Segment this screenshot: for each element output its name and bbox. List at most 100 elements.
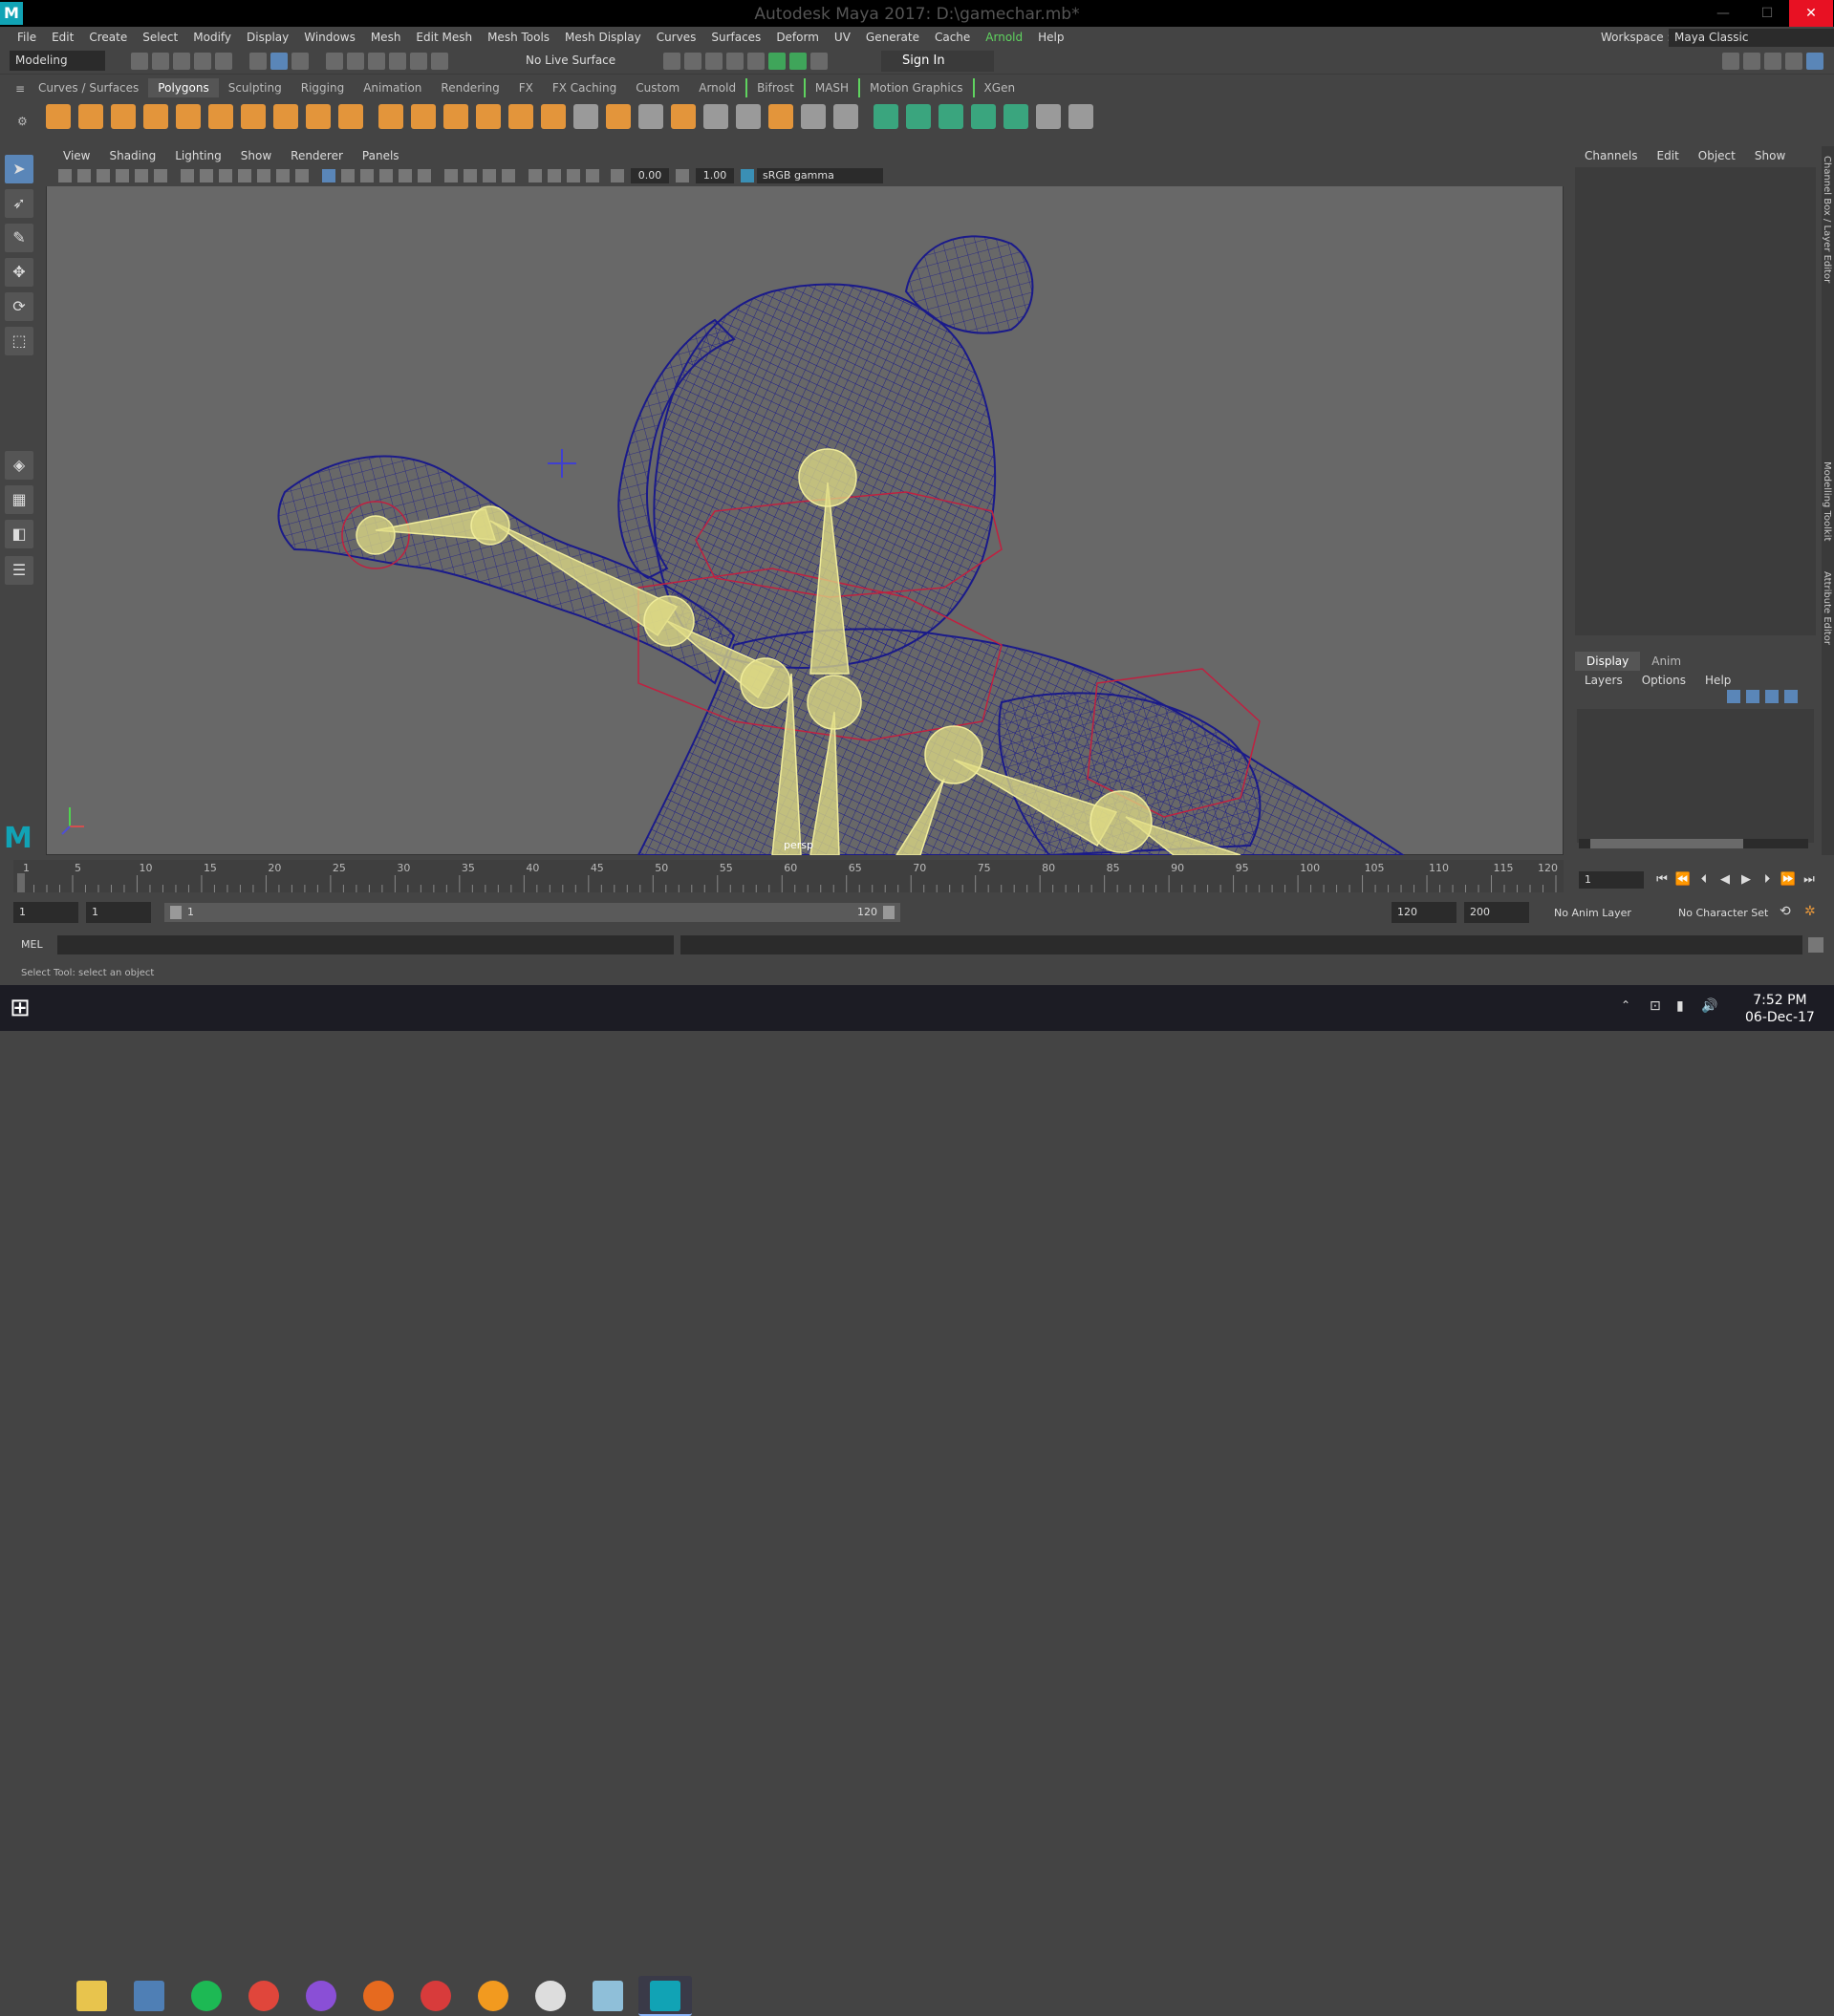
multi-cut-icon[interactable] <box>638 104 663 129</box>
channel-menu-channels[interactable]: Channels <box>1575 146 1648 165</box>
menu-file[interactable]: File <box>10 27 44 48</box>
poly-text-icon[interactable] <box>306 104 331 129</box>
use-all-lights-icon[interactable] <box>399 169 412 182</box>
attribute-editor-toggle-icon[interactable] <box>1743 53 1760 70</box>
layer-menu-help[interactable]: Help <box>1695 671 1740 690</box>
go-to-end-icon[interactable]: ⏭ <box>1801 871 1818 889</box>
range-start-handle[interactable] <box>170 906 182 919</box>
new-layer-selected-icon[interactable] <box>1784 690 1798 703</box>
layer-editor-toggle-icon[interactable] <box>1785 53 1802 70</box>
ipr-render-icon[interactable] <box>705 53 723 70</box>
menu-arnold[interactable]: Arnold <box>978 27 1030 48</box>
layer-scrollbar[interactable] <box>1579 839 1808 848</box>
taskbar-app-chrome[interactable] <box>237 1976 291 2016</box>
shelf-settings-icon[interactable]: ⚙ <box>17 115 28 128</box>
safe-action-icon[interactable] <box>276 169 290 182</box>
color-management-icon[interactable] <box>741 169 754 182</box>
render-settings-icon[interactable] <box>726 53 744 70</box>
panel-menu-renderer[interactable]: Renderer <box>281 146 353 165</box>
exposure-icon[interactable] <box>611 169 624 182</box>
gate-mask-icon[interactable] <box>238 169 251 182</box>
step-forward-key-icon[interactable]: ⏵ <box>1758 871 1776 889</box>
shelf-tab-sculpting[interactable]: Sculpting <box>219 78 291 97</box>
panel-menu-panels[interactable]: Panels <box>353 146 409 165</box>
grease-pencil-icon[interactable] <box>154 169 167 182</box>
side-view-icon[interactable]: ◧ <box>5 520 33 548</box>
menu-help[interactable]: Help <box>1030 27 1071 48</box>
slide-edge-icon[interactable] <box>801 104 826 129</box>
taskbar-app-calculator[interactable] <box>122 1976 176 2016</box>
taskbar-app-unreal[interactable] <box>524 1976 577 2016</box>
render-view-icon[interactable] <box>684 53 701 70</box>
layer-tab-anim[interactable]: Anim <box>1640 652 1693 671</box>
smooth-shade-icon[interactable] <box>341 169 355 182</box>
step-back-key-icon[interactable]: ⏴ <box>1695 871 1713 889</box>
motion-blur-icon[interactable] <box>464 169 477 182</box>
layer-menu-options[interactable]: Options <box>1632 671 1695 690</box>
menu-create[interactable]: Create <box>81 27 135 48</box>
select-object-icon[interactable] <box>270 53 288 70</box>
layer-list[interactable] <box>1577 709 1814 843</box>
close-button[interactable]: ✕ <box>1789 0 1833 27</box>
channel-menu-show[interactable]: Show <box>1745 146 1795 165</box>
layer-tab-display[interactable]: Display <box>1575 652 1641 671</box>
toggle-panel-icon[interactable] <box>810 53 828 70</box>
panel-menu-show[interactable]: Show <box>231 146 281 165</box>
network-icon[interactable]: ⊡ <box>1650 998 1661 1014</box>
grid-icon[interactable] <box>181 169 194 182</box>
safe-title-icon[interactable] <box>295 169 309 182</box>
anti-aliasing-icon[interactable] <box>483 169 496 182</box>
play-forwards-icon[interactable]: ▶ <box>1737 871 1755 889</box>
playback-end-field[interactable]: 120 <box>1392 902 1456 923</box>
taskbar-app-nexus[interactable] <box>294 1976 348 2016</box>
merge-icon[interactable] <box>768 104 793 129</box>
quad-draw-icon[interactable] <box>833 104 858 129</box>
shelf-tab-rigging[interactable]: Rigging <box>291 78 354 97</box>
uv-editor-icon[interactable] <box>1003 104 1028 129</box>
step-forward-frame-icon[interactable]: ⏩ <box>1780 871 1797 889</box>
playback-start-field[interactable]: 1 <box>86 902 151 923</box>
select-component-icon[interactable] <box>291 53 309 70</box>
menu-mesh-display[interactable]: Mesh Display <box>557 27 649 48</box>
gamma-icon[interactable] <box>676 169 689 182</box>
script-editor-icon[interactable] <box>1808 937 1823 953</box>
snap-view-icon[interactable] <box>389 53 406 70</box>
shelf-menu-icon[interactable]: ≡ <box>15 82 25 96</box>
sign-in-button[interactable]: Sign In <box>881 51 994 72</box>
auto-key-icon[interactable]: ⟲ <box>1780 904 1791 919</box>
camera-icon[interactable] <box>58 169 72 182</box>
volume-icon[interactable]: 🔊 <box>1701 998 1717 1014</box>
screen-space-ao-icon[interactable] <box>444 169 458 182</box>
layer-scroll-thumb[interactable] <box>1590 839 1743 848</box>
isolate-select-icon[interactable] <box>529 169 542 182</box>
move-tool-icon[interactable]: ✥ <box>5 258 33 287</box>
fill-hole-icon[interactable] <box>671 104 696 129</box>
menu-set-select[interactable]: Modeling <box>10 51 105 71</box>
taskbar-app-spotify[interactable] <box>180 1976 233 2016</box>
film-gate-icon[interactable] <box>200 169 213 182</box>
tool-settings-toggle-icon[interactable] <box>1764 53 1781 70</box>
script-mode-button[interactable]: MEL <box>21 938 43 951</box>
menu-display[interactable]: Display <box>239 27 296 48</box>
gamma-field[interactable]: 1.00 <box>696 168 734 183</box>
character-set-select[interactable]: No Character Set <box>1678 907 1768 919</box>
preferences-icon[interactable]: ✲ <box>1804 904 1816 919</box>
taskbar-app-firefox[interactable] <box>352 1976 405 2016</box>
shelf-tab-fx[interactable]: FX <box>509 78 543 97</box>
select-tool-icon[interactable]: ➤ <box>5 155 33 183</box>
outliner-layout-icon[interactable]: ☰ <box>5 556 33 585</box>
step-back-frame-icon[interactable]: ⏪ <box>1674 871 1692 889</box>
snap-surface-icon[interactable] <box>410 53 427 70</box>
snap-grid-icon[interactable] <box>326 53 343 70</box>
menu-mesh-tools[interactable]: Mesh Tools <box>480 27 557 48</box>
locator[interactable] <box>548 449 576 478</box>
mirror-icon[interactable] <box>443 104 468 129</box>
hypershade-icon[interactable] <box>747 53 765 70</box>
mel-input[interactable] <box>57 935 674 954</box>
bridge-icon[interactable] <box>606 104 631 129</box>
two-d-pan-icon[interactable] <box>135 169 148 182</box>
shelf-tab-motion-graphics[interactable]: Motion Graphics <box>858 78 975 97</box>
shadows-icon[interactable] <box>418 169 431 182</box>
start-time-field[interactable]: 1 <box>13 902 78 923</box>
poly-cube-icon[interactable] <box>78 104 103 129</box>
